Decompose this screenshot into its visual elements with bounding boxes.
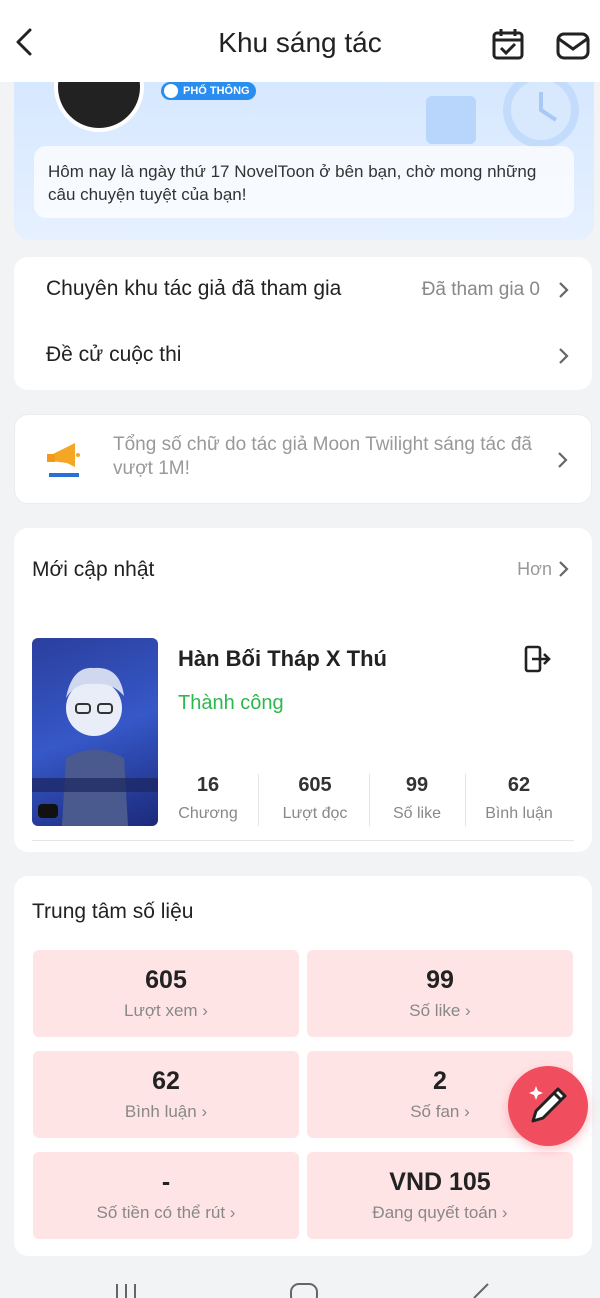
stat-label: Lượt đọc bbox=[282, 805, 348, 822]
recent-updates-title: Mới cập nhật bbox=[32, 558, 155, 581]
divider bbox=[465, 774, 466, 826]
exit-icon[interactable] bbox=[522, 644, 552, 674]
stat-label: Bình luận bbox=[485, 805, 553, 822]
calendar-check-icon[interactable] bbox=[490, 26, 526, 62]
welcome-message: Hôm nay là ngày thứ 17 NovelToon ở bên b… bbox=[34, 146, 574, 218]
tile-label: Lượt xem › bbox=[124, 1001, 208, 1020]
data-center-title: Trung tâm số liệu bbox=[32, 900, 194, 923]
cover-illustration bbox=[32, 667, 158, 826]
joined-zones-label: Chuyên khu tác giả đã tham gia bbox=[46, 277, 342, 300]
chevron-right-icon bbox=[559, 348, 569, 364]
book-title[interactable]: Hàn Bối Tháp X Thú bbox=[178, 646, 387, 672]
stat-likes: 99 Số like bbox=[384, 774, 450, 823]
contest-row[interactable]: Đề cử cuộc thi bbox=[14, 325, 592, 385]
system-nav-bar bbox=[116, 1283, 489, 1298]
divider bbox=[369, 774, 370, 826]
comments-tile[interactable]: 62 Bình luận › bbox=[33, 1051, 299, 1138]
likes-tile[interactable]: 99 Số like › bbox=[307, 950, 573, 1037]
stat-label: Chương bbox=[178, 805, 238, 822]
pencil-icon bbox=[529, 1086, 567, 1123]
book-status: Thành công bbox=[178, 692, 284, 714]
write-fab-button[interactable] bbox=[508, 1066, 588, 1146]
stat-comments: 62 Bình luận bbox=[480, 774, 558, 823]
recent-apps-icon[interactable] bbox=[116, 1284, 136, 1298]
stat-chapters: 16 Chương bbox=[174, 774, 242, 823]
megaphone-icon bbox=[47, 443, 80, 477]
stat-label: Số like bbox=[392, 805, 442, 822]
tile-label: Đang quyết toán › bbox=[372, 1203, 508, 1222]
tile-value: 99 bbox=[426, 966, 454, 994]
tile-value: VND 105 bbox=[389, 1168, 491, 1196]
top-bar: Khu sáng tác bbox=[0, 0, 600, 82]
tile-label: Bình luận › bbox=[124, 1102, 208, 1121]
tile-value: 605 bbox=[145, 966, 187, 994]
settling-tile[interactable]: VND 105 Đang quyết toán › bbox=[307, 1152, 573, 1239]
tile-value: 62 bbox=[152, 1067, 180, 1095]
tile-label: Số tiền có thể rút › bbox=[96, 1203, 236, 1222]
divider bbox=[258, 774, 259, 826]
announcement-card[interactable]: Tổng số chữ do tác giả Moon Twilight sán… bbox=[14, 414, 592, 504]
back-nav-icon[interactable] bbox=[473, 1283, 489, 1298]
menu-card: Chuyên khu tác giả đã tham gia Đã tham g… bbox=[14, 257, 592, 390]
diamond-icon bbox=[164, 84, 178, 98]
avatar[interactable] bbox=[54, 82, 144, 132]
chevron-right-icon bbox=[559, 282, 569, 298]
stat-reads: 605 Lượt đọc bbox=[276, 774, 354, 823]
more-link[interactable]: Hơn bbox=[517, 559, 552, 580]
profile-banner: PHỔ THÔNG Hôm nay là ngày thứ 17 NovelTo… bbox=[14, 82, 594, 240]
chevron-right-icon bbox=[558, 452, 568, 468]
tile-value: - bbox=[161, 1168, 171, 1196]
chevron-right-icon[interactable] bbox=[558, 560, 570, 578]
stat-value: 99 bbox=[405, 774, 429, 796]
stat-value: 62 bbox=[507, 774, 531, 796]
tile-label: Số like › bbox=[409, 1001, 471, 1020]
book-cover[interactable] bbox=[32, 638, 158, 826]
announcement-text: Tổng số chữ do tác giả Moon Twilight sán… bbox=[113, 434, 533, 479]
data-center-card: Trung tâm số liệu 605 Lượt xem › 99 Số l… bbox=[14, 876, 592, 1256]
contest-label: Đề cử cuộc thi bbox=[46, 343, 182, 366]
withdrawable-tile[interactable]: - Số tiền có thể rút › bbox=[33, 1152, 299, 1239]
joined-zones-count: Đã tham gia 0 bbox=[421, 279, 540, 300]
views-tile[interactable]: 605 Lượt xem › bbox=[33, 950, 299, 1037]
joined-zones-row[interactable]: Chuyên khu tác giả đã tham gia Đã tham g… bbox=[14, 259, 592, 319]
level-badge-label: PHỔ THÔNG bbox=[183, 85, 250, 97]
recent-updates-card: Mới cập nhật Hơn Hàn Bối Tháp X Thú Thàn… bbox=[14, 528, 592, 852]
mail-icon[interactable] bbox=[555, 28, 591, 62]
level-badge: PHỔ THÔNG bbox=[161, 82, 256, 100]
stat-value: 605 bbox=[298, 774, 332, 796]
divider bbox=[32, 840, 574, 841]
home-icon[interactable] bbox=[290, 1283, 318, 1298]
stat-value: 16 bbox=[196, 774, 220, 796]
